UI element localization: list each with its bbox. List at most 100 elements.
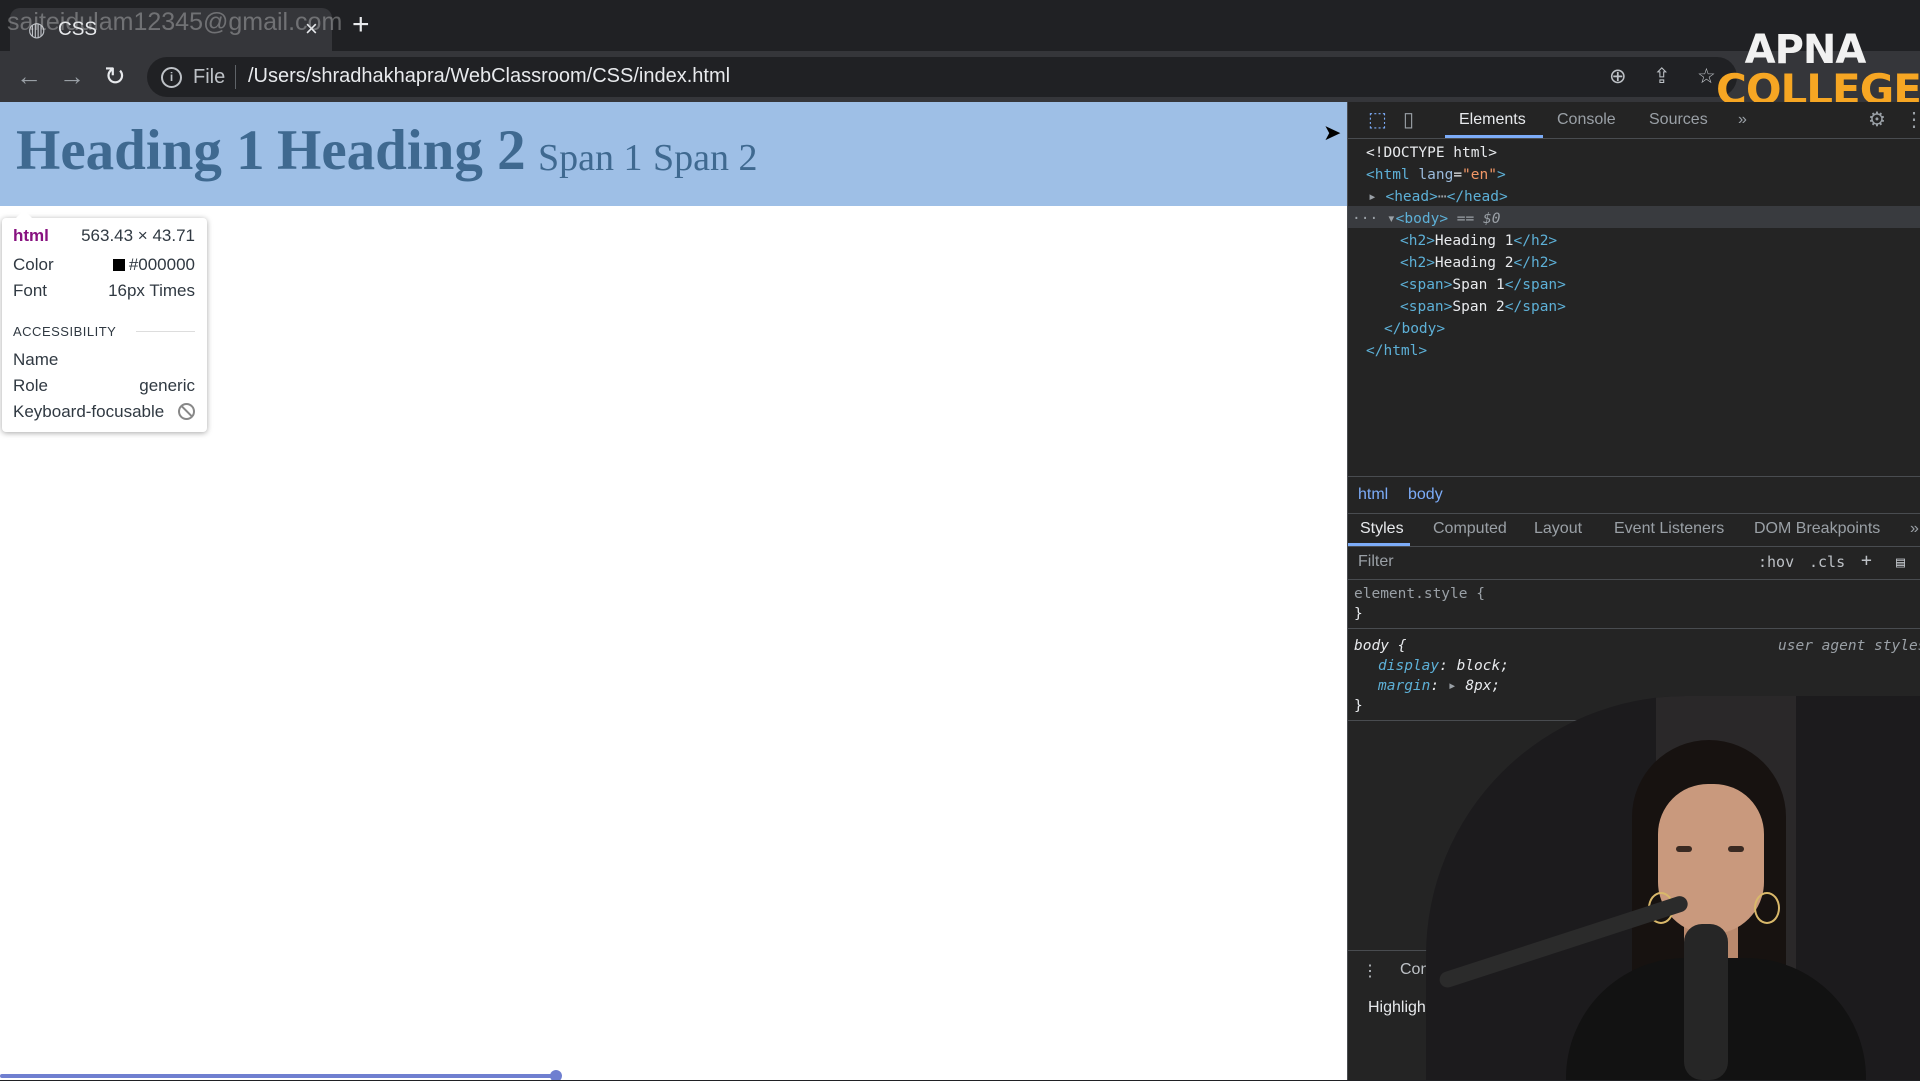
devtools-tabbar: ⬚ ▯ Elements Console Sources » ⚙ ⋮ bbox=[1348, 102, 1920, 139]
address-bar[interactable]: i File /Users/shradhakhapra/WebClassroom… bbox=[147, 57, 1737, 97]
tab-strip: ◍ CSS × + saiteidulam12345@gmail.com bbox=[0, 0, 1920, 51]
video-progress-bar[interactable] bbox=[0, 1074, 558, 1078]
info-icon[interactable]: i bbox=[161, 67, 182, 88]
tab-dom-breakpoints[interactable]: DOM Breakpoints bbox=[1754, 520, 1880, 538]
font-value: 16px Times bbox=[108, 281, 195, 300]
computed-sidebar-icon[interactable]: ▤ bbox=[1896, 553, 1905, 571]
tab-computed[interactable]: Computed bbox=[1433, 520, 1507, 538]
url-text[interactable]: /Users/shradhakhapra/WebClassroom/CSS/in… bbox=[248, 65, 730, 88]
apna-college-logo: APNA COLLEGE bbox=[1716, 27, 1920, 112]
style-property[interactable]: display: block; bbox=[1378, 656, 1509, 676]
dom-doctype[interactable]: <!DOCTYPE html> bbox=[1366, 142, 1497, 164]
divider bbox=[235, 65, 236, 89]
hov-button[interactable]: :hov bbox=[1758, 553, 1794, 571]
rule-origin: user agent stylesheet bbox=[1778, 638, 1920, 654]
new-rule-button[interactable]: + bbox=[1861, 550, 1872, 571]
active-tab-indicator bbox=[1348, 543, 1410, 546]
tab-event-listeners[interactable]: Event Listeners bbox=[1614, 520, 1724, 538]
expand-triangle-icon[interactable]: ▸ bbox=[1448, 678, 1457, 694]
dom-span-node[interactable]: <span>Span 1</span> bbox=[1400, 274, 1566, 296]
webcam-overlay bbox=[1426, 696, 1920, 1080]
span-2: Span 2 bbox=[653, 137, 758, 179]
rule-close: } bbox=[1354, 698, 1363, 714]
earring bbox=[1754, 892, 1780, 924]
font-label: Font bbox=[13, 281, 48, 300]
tooltip-focus-row: Keyboard-focusable bbox=[13, 402, 195, 424]
style-property[interactable]: margin: ▸ 8px; bbox=[1378, 676, 1500, 696]
element-style-rule[interactable]: element.style { bbox=[1354, 584, 1485, 604]
breadcrumb-body[interactable]: body bbox=[1408, 486, 1443, 504]
color-label: Color bbox=[13, 255, 54, 274]
role-label: Role bbox=[13, 376, 48, 395]
page-viewport: Heading 1 Heading 2 Span 1 Span 2 html 5… bbox=[0, 102, 1347, 1080]
dom-h2-node[interactable]: <h2>Heading 2</h2> bbox=[1400, 252, 1557, 274]
styles-filter-bar: Filter :hov .cls + ▤ bbox=[1348, 547, 1920, 580]
drawer-item[interactable]: Highligh bbox=[1368, 999, 1426, 1017]
zoom-icon[interactable]: ⊕ bbox=[1609, 65, 1627, 89]
reload-button[interactable]: ↻ bbox=[104, 61, 126, 91]
heading-2: Heading 2 bbox=[277, 119, 526, 182]
device-toolbar-icon[interactable]: ▯ bbox=[1403, 108, 1414, 132]
tooltip-font-row: Font 16px Times bbox=[13, 281, 195, 303]
dom-span-node[interactable]: <span>Span 2</span> bbox=[1400, 296, 1566, 318]
browser-toolbar: ← → ↻ i File /Users/shradhakhapra/WebCla… bbox=[0, 51, 1920, 147]
cls-button[interactable]: .cls bbox=[1809, 553, 1845, 571]
tooltip-color-row: Color #000000 bbox=[13, 255, 195, 277]
tab-layout[interactable]: Layout bbox=[1534, 520, 1582, 538]
divider bbox=[136, 331, 195, 332]
accessibility-heading: ACCESSIBILITY bbox=[13, 324, 117, 339]
breadcrumb-html[interactable]: html bbox=[1358, 486, 1388, 504]
heading-1: Heading 1 bbox=[16, 119, 265, 182]
tooltip-role-row: Role generic bbox=[13, 376, 195, 398]
dom-head-node[interactable]: ▸ <head>⋯</head> bbox=[1368, 186, 1508, 208]
inspect-tooltip: html 563.43 × 43.71 Color #000000 Font 1… bbox=[2, 210, 207, 432]
dom-body-close[interactable]: </body> bbox=[1384, 318, 1445, 340]
role-value: generic bbox=[139, 376, 195, 395]
color-value: #000000 bbox=[128, 255, 195, 274]
scheme-label: File bbox=[193, 66, 226, 88]
tooltip-name-row: Name bbox=[13, 350, 195, 372]
microphone bbox=[1684, 924, 1728, 1080]
presenter-eye bbox=[1676, 846, 1692, 852]
drawer-tab-console[interactable]: Con bbox=[1400, 961, 1429, 979]
tab-elements[interactable]: Elements bbox=[1459, 111, 1526, 129]
tooltip-header: html 563.43 × 43.71 bbox=[13, 226, 195, 248]
drawer-menu-icon[interactable]: ⋮ bbox=[1362, 961, 1378, 981]
inspect-element-icon[interactable]: ⬚ bbox=[1368, 108, 1387, 132]
forward-button[interactable]: → bbox=[59, 61, 85, 91]
logo-line1: APNA bbox=[1744, 27, 1867, 73]
tab-console[interactable]: Console bbox=[1557, 111, 1616, 129]
more-tabs-icon[interactable]: » bbox=[1910, 520, 1919, 538]
tab-sources[interactable]: Sources bbox=[1649, 111, 1708, 129]
dom-body-node[interactable]: ··· ▾<body> == $0 bbox=[1352, 208, 1500, 230]
share-icon[interactable]: ⇪ bbox=[1653, 65, 1671, 89]
name-label: Name bbox=[13, 350, 59, 369]
styles-tabbar: Styles Computed Layout Event Listeners D… bbox=[1348, 512, 1920, 547]
not-focusable-icon bbox=[178, 403, 195, 420]
dom-h2-node[interactable]: <h2>Heading 1</h2> bbox=[1400, 230, 1557, 252]
tab-styles[interactable]: Styles bbox=[1360, 520, 1404, 538]
filter-input[interactable]: Filter bbox=[1358, 553, 1394, 571]
body-rule-selector[interactable]: body { bbox=[1354, 636, 1406, 656]
more-tabs-icon[interactable]: » bbox=[1738, 111, 1747, 129]
presenter-eye bbox=[1728, 846, 1744, 852]
breadcrumb: html body bbox=[1348, 476, 1920, 514]
video-progress-knob[interactable] bbox=[550, 1070, 562, 1080]
settings-icon[interactable]: ⚙ bbox=[1868, 108, 1886, 132]
tooltip-size: 563.43 × 43.71 bbox=[81, 226, 195, 245]
dom-html-node[interactable]: <html lang="en"> bbox=[1366, 164, 1506, 186]
new-tab-button[interactable]: + bbox=[352, 10, 370, 40]
color-swatch bbox=[112, 259, 125, 271]
collapse-triangle-icon[interactable]: ▾ bbox=[1387, 211, 1396, 227]
kebab-menu-icon[interactable]: ⋮ bbox=[1904, 108, 1920, 132]
email-watermark: saiteidulam12345@gmail.com bbox=[7, 8, 343, 36]
mouse-cursor-icon: ➤ bbox=[1323, 120, 1342, 145]
span-1: Span 1 bbox=[538, 137, 643, 179]
tooltip-arrow bbox=[16, 210, 32, 218]
star-icon[interactable]: ☆ bbox=[1697, 65, 1716, 89]
divider bbox=[1348, 628, 1920, 629]
back-button[interactable]: ← bbox=[16, 61, 42, 91]
dom-html-close[interactable]: </html> bbox=[1366, 340, 1427, 362]
expand-triangle-icon[interactable]: ▸ bbox=[1368, 189, 1377, 205]
tooltip-tag: html bbox=[13, 226, 49, 245]
